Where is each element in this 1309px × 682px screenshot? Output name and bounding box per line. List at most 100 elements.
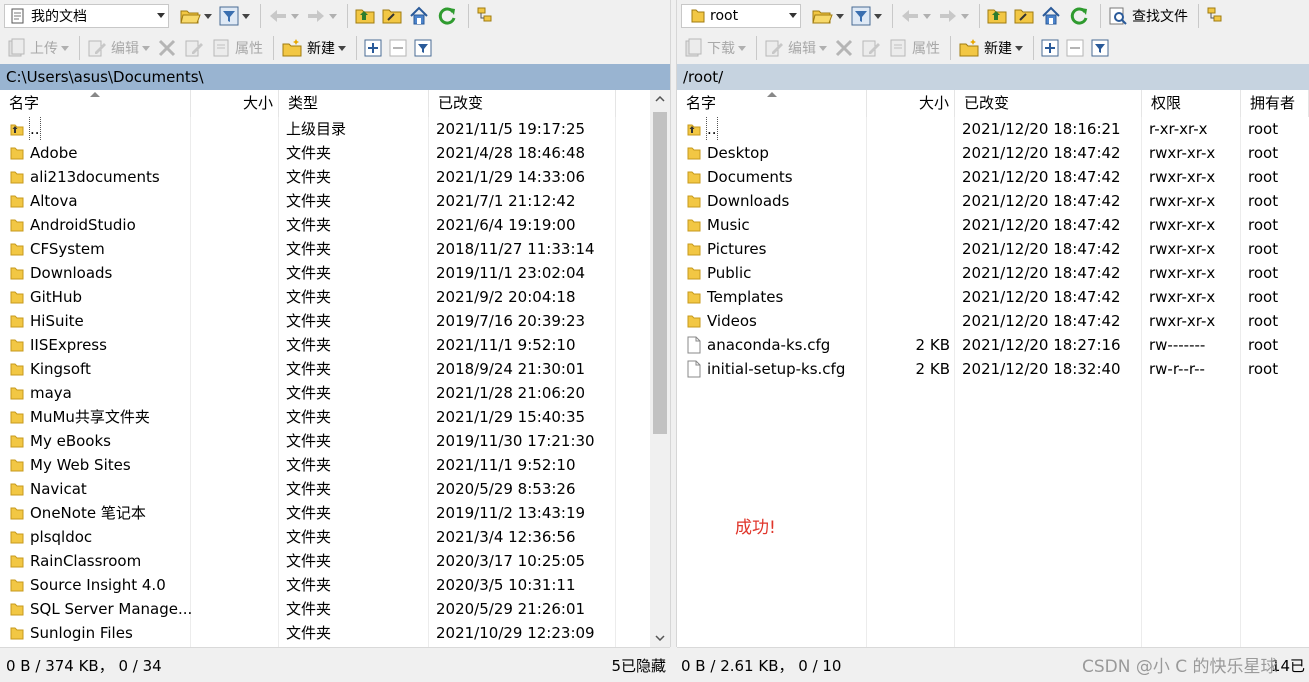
home-button[interactable]: [407, 3, 431, 29]
tree-toggle-button[interactable]: [474, 3, 498, 29]
new-label: 新建: [307, 41, 335, 57]
select-button[interactable]: [362, 35, 384, 61]
remote-path-bar[interactable]: /root/: [677, 64, 1309, 90]
col-size-header[interactable]: 大小: [191, 90, 279, 117]
table-row[interactable]: Public 2021/12/20 18:47:42 rwxr-xr-x root: [677, 261, 1309, 285]
table-row[interactable]: Kingsoft 文件夹 2018/9/24 21:30:01: [0, 357, 670, 381]
remote-file-list[interactable]: 名字 大小 已改变 权限 拥有者 .. 2021/12/20 18:16:21 r-…: [677, 90, 1309, 647]
table-row[interactable]: MuMu共享文件夹 文件夹 2021/1/29 15:40:35: [0, 405, 670, 429]
local-file-list[interactable]: 名字 大小 类型 已改变 .. 上级目录 2021/11/5 19:17:25 Ado…: [0, 90, 670, 647]
upload-label: 上传: [30, 41, 58, 57]
forward-button[interactable]: [936, 3, 971, 29]
root-dir-button[interactable]: [380, 3, 404, 29]
tree-toggle-button[interactable]: [1204, 3, 1228, 29]
table-row[interactable]: maya 文件夹 2021/1/28 21:06:20: [0, 381, 670, 405]
table-row[interactable]: Documents 2021/12/20 18:47:42 rwxr-xr-x roo…: [677, 165, 1309, 189]
unselect-button[interactable]: [387, 35, 409, 61]
scroll-up-button[interactable]: [650, 90, 670, 108]
table-row[interactable]: Downloads 2021/12/20 18:47:42 rwxr-xr-x roo…: [677, 189, 1309, 213]
remote-location-combo[interactable]: root: [681, 4, 801, 28]
table-row[interactable]: Videos 2021/12/20 18:47:42 rwxr-xr-x root: [677, 309, 1309, 333]
unselect-button[interactable]: [1064, 35, 1086, 61]
rename-button[interactable]: [182, 35, 206, 61]
scroll-down-button[interactable]: [650, 629, 670, 647]
parent-dir-button[interactable]: [353, 3, 377, 29]
properties-button[interactable]: 属性: [886, 35, 942, 61]
table-row[interactable]: Pictures 2021/12/20 18:47:42 rwxr-xr-x root: [677, 237, 1309, 261]
row-size-cell: [191, 333, 279, 357]
refresh-icon: [1070, 7, 1088, 25]
properties-button[interactable]: 属性: [209, 35, 265, 61]
row-name: ..: [29, 117, 41, 141]
refresh-button[interactable]: [434, 3, 460, 29]
local-path-bar[interactable]: C:\Users\asus\Documents\: [0, 64, 670, 90]
delete-button[interactable]: [832, 35, 856, 61]
refresh-button[interactable]: [1066, 3, 1092, 29]
new-button[interactable]: 新建: [279, 35, 348, 61]
filter-button[interactable]: [849, 3, 884, 29]
table-row[interactable]: .. 上级目录 2021/11/5 19:17:25: [0, 117, 670, 141]
table-row[interactable]: initial-setup-ks.cfg 2 KB 2021/12/20 18:32…: [677, 357, 1309, 381]
select-button[interactable]: [1039, 35, 1061, 61]
col-name-header[interactable]: 名字: [0, 90, 191, 117]
filter-select-button[interactable]: [412, 35, 434, 61]
filter-button[interactable]: [217, 3, 252, 29]
table-row[interactable]: Navicat 文件夹 2020/5/29 8:53:26: [0, 477, 670, 501]
open-folder-button[interactable]: [809, 3, 846, 29]
delete-button[interactable]: [155, 35, 179, 61]
download-button[interactable]: 下载: [681, 35, 748, 61]
table-row[interactable]: My Web Sites 文件夹 2021/11/1 9:52:10: [0, 453, 670, 477]
filter-select-button[interactable]: [1089, 35, 1111, 61]
col-owner-header[interactable]: 拥有者: [1241, 90, 1309, 117]
col-name-header[interactable]: 名字: [677, 90, 867, 117]
parent-dir-button[interactable]: [985, 3, 1009, 29]
root-dir-button[interactable]: [1012, 3, 1036, 29]
col-modified-header[interactable]: 已改变: [429, 90, 616, 117]
open-folder-button[interactable]: [177, 3, 214, 29]
table-row[interactable]: plsqldoc 文件夹 2021/3/4 12:36:56: [0, 525, 670, 549]
table-row[interactable]: RainClassroom 文件夹 2020/3/17 10:25:05: [0, 549, 670, 573]
table-row[interactable]: GitHub 文件夹 2021/9/2 20:04:18: [0, 285, 670, 309]
table-row[interactable]: Sunlogin Files 文件夹 2021/10/29 12:23:09: [0, 621, 670, 645]
col-modified-header[interactable]: 已改变: [955, 90, 1142, 117]
col-permissions-header[interactable]: 权限: [1142, 90, 1241, 117]
table-row[interactable]: anaconda-ks.cfg 2 KB 2021/12/20 18:27:16 rw…: [677, 333, 1309, 357]
table-row[interactable]: Adobe 文件夹 2021/4/28 18:46:48: [0, 141, 670, 165]
row-permissions-cell: rwxr-xr-x: [1149, 168, 1216, 186]
row-name: CFSystem: [30, 240, 105, 258]
home-button[interactable]: [1039, 3, 1063, 29]
col-size-header[interactable]: 大小: [867, 90, 955, 117]
table-row[interactable]: IISExpress 文件夹 2021/11/1 9:52:10: [0, 333, 670, 357]
open-folder-icon: [812, 10, 833, 24]
upload-button[interactable]: 上传: [4, 35, 71, 61]
table-row[interactable]: Source Insight 4.0 文件夹 2020/3/5 10:31:11: [0, 573, 670, 597]
panel-splitter[interactable]: [670, 0, 677, 647]
col-type-header[interactable]: 类型: [279, 90, 429, 117]
local-scrollbar[interactable]: [650, 90, 670, 647]
table-row[interactable]: CFSystem 文件夹 2018/11/27 11:33:14: [0, 237, 670, 261]
table-row[interactable]: Desktop 2021/12/20 18:47:42 rwxr-xr-x root: [677, 141, 1309, 165]
back-button[interactable]: [266, 3, 301, 29]
find-files-button[interactable]: 查找文件: [1106, 3, 1190, 29]
table-row[interactable]: HiSuite 文件夹 2019/7/16 20:39:23: [0, 309, 670, 333]
local-hidden-count[interactable]: 5已隐藏: [611, 655, 666, 676]
back-button[interactable]: [898, 3, 933, 29]
table-row[interactable]: Downloads 文件夹 2019/11/1 23:02:04: [0, 261, 670, 285]
table-row[interactable]: .. 2021/12/20 18:16:21 r-xr-xr-x root: [677, 117, 1309, 141]
edit-button[interactable]: 编辑: [762, 35, 829, 61]
table-row[interactable]: My eBooks 文件夹 2019/11/30 17:21:30: [0, 429, 670, 453]
row-size-cell: [867, 213, 955, 237]
local-location-combo[interactable]: 我的文档: [4, 4, 169, 28]
table-row[interactable]: AndroidStudio 文件夹 2021/6/4 19:19:00: [0, 213, 670, 237]
forward-button[interactable]: [304, 3, 339, 29]
new-button[interactable]: 新建: [956, 35, 1025, 61]
table-row[interactable]: Altova 文件夹 2021/7/1 21:12:42: [0, 189, 670, 213]
table-row[interactable]: SQL Server Manage... 文件夹 2020/5/29 21:26:0…: [0, 597, 670, 621]
table-row[interactable]: ali213documents 文件夹 2021/1/29 14:33:06: [0, 165, 670, 189]
table-row[interactable]: OneNote 笔记本 文件夹 2019/11/2 13:43:19: [0, 501, 670, 525]
rename-button[interactable]: [859, 35, 883, 61]
scroll-thumb[interactable]: [653, 112, 667, 434]
table-row[interactable]: Templates 2021/12/20 18:47:42 rwxr-xr-x roo…: [677, 285, 1309, 309]
table-row[interactable]: Music 2021/12/20 18:47:42 rwxr-xr-x root: [677, 213, 1309, 237]
edit-button[interactable]: 编辑: [85, 35, 152, 61]
